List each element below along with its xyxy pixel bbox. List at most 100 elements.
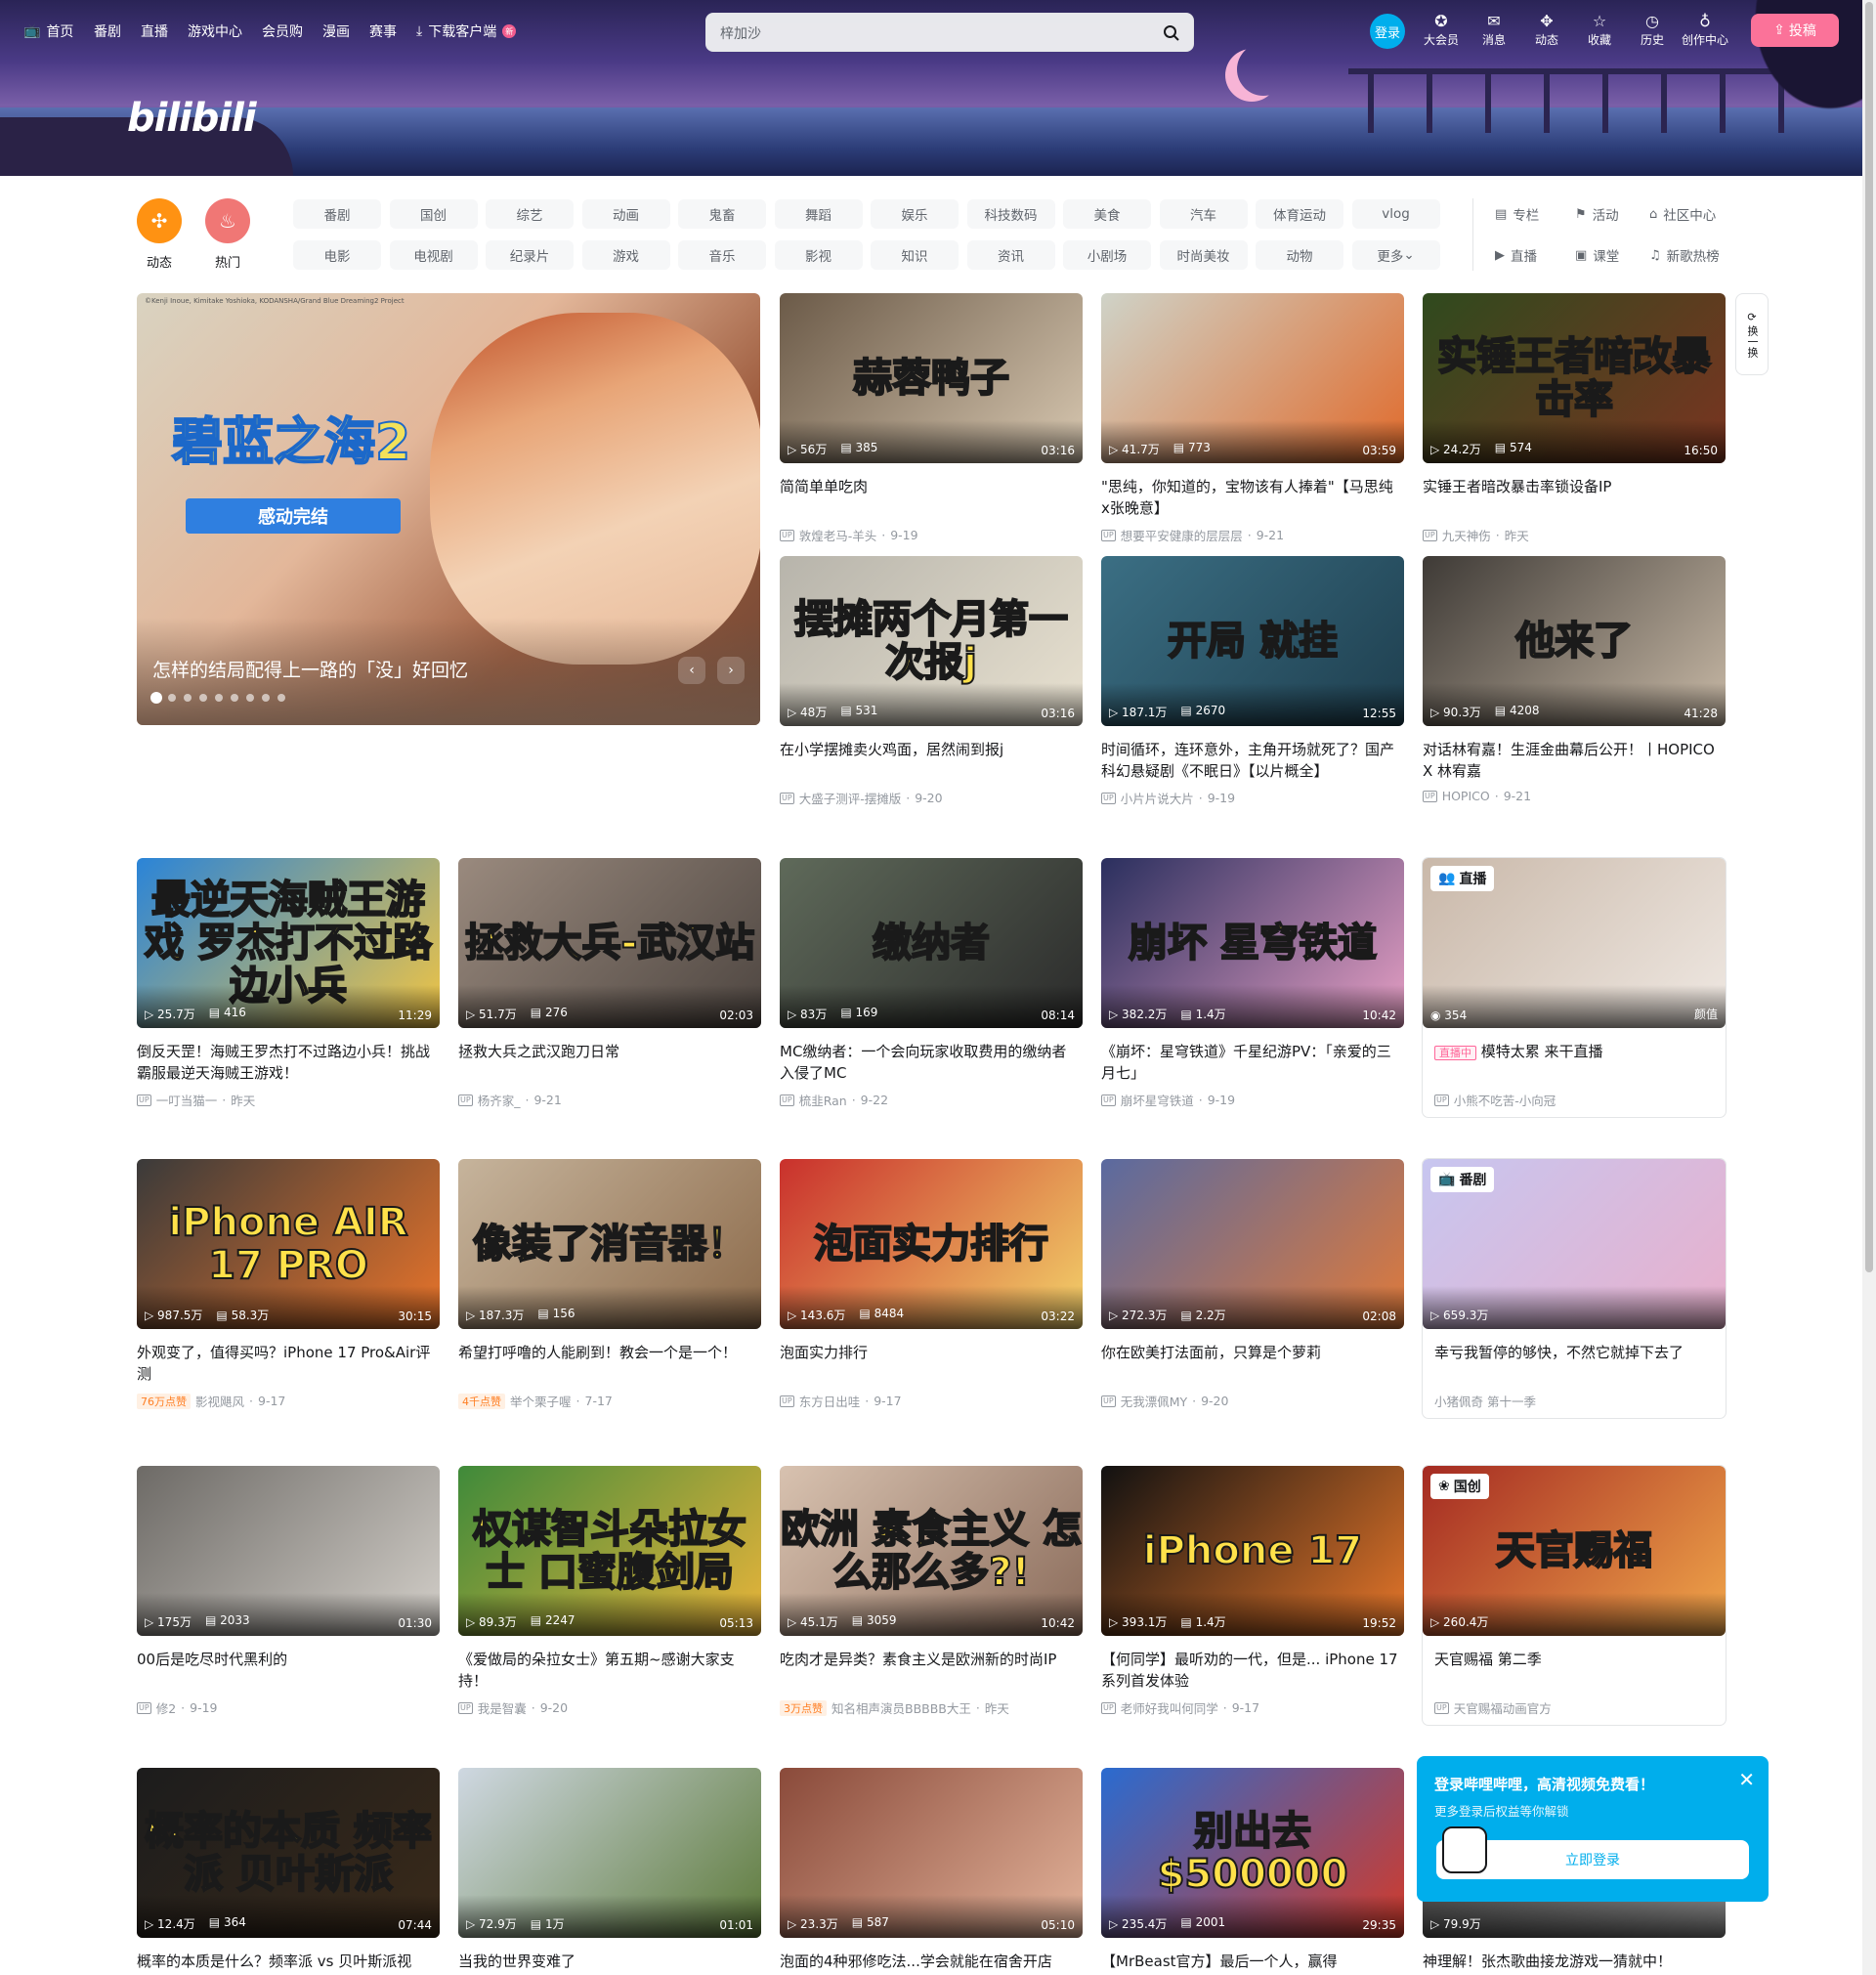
channel-1-4[interactable]: 鬼畜: [678, 199, 766, 229]
video-title[interactable]: "思纯，你知道的，宝物该有人捧着"【马思纯x张晚意】: [1101, 476, 1400, 519]
video-meta[interactable]: 3万点赞 知名相声演员BBBBB大王 · 昨天: [780, 1698, 1009, 1717]
history-link[interactable]: ◷ 历史: [1629, 12, 1676, 51]
video-title[interactable]: 【何同学】最听劝的一代，但是... iPhone 17系列首发体验: [1101, 1649, 1400, 1692]
video-thumbnail[interactable]: 像装了消音器！ ▷ 187.3万 ▤ 156: [458, 1159, 761, 1329]
video-thumbnail[interactable]: iPhone AIR 17 PRO ▷ 987.5万 ▤ 58.3万 30:15: [137, 1159, 440, 1329]
video-thumbnail[interactable]: 开局 就挂 ▷ 187.1万 ▤ 2670 12:55: [1101, 556, 1404, 726]
video-thumbnail[interactable]: 最逆天海贼王游戏 罗杰打不过路边小兵▷ 25.7万▤ 41611:29: [137, 858, 440, 1028]
video-title[interactable]: 对话林宥嘉！生涯金曲幕后公开！丨HOPICO X 林宥嘉: [1423, 739, 1722, 782]
side-link-class[interactable]: ▣ 课堂: [1575, 245, 1619, 266]
video-title[interactable]: 希望打呼噜的人能刷到！教会一个是一个！: [458, 1342, 757, 1363]
video-title[interactable]: 你在欧美打法面前，只算是个萝莉: [1101, 1342, 1400, 1363]
video-title[interactable]: 简简单单吃肉: [780, 476, 1079, 497]
close-icon[interactable]: ✕: [1738, 1768, 1755, 1791]
video-title[interactable]: 幸亏我暂停的够快，不然它就掉下去了: [1434, 1342, 1733, 1363]
video-thumbnail[interactable]: iPhone 17 ▷ 393.1万 ▤ 1.4万 19:52: [1101, 1466, 1404, 1636]
side-link-community[interactable]: ⌂ 社区中心: [1649, 204, 1716, 225]
search-box[interactable]: 梓加沙: [705, 13, 1194, 52]
video-title[interactable]: 《崩坏：星穹铁道》千星纪游PV：「亲爱的三月七」: [1101, 1041, 1400, 1084]
video-meta[interactable]: UP 我是智囊 · 9-20: [458, 1698, 568, 1717]
video-thumbnail[interactable]: ▷ 175万 ▤ 2033 01:30: [137, 1466, 440, 1636]
video-title[interactable]: 在小学摆摊卖火鸡面，居然闹到报j: [780, 739, 1079, 760]
carousel-dot[interactable]: [246, 694, 254, 702]
video-title[interactable]: 泡面实力排行: [780, 1342, 1079, 1363]
carousel-dot[interactable]: [199, 694, 207, 702]
video-thumbnail[interactable]: ▷ 272.3万 ▤ 2.2万 02:08: [1101, 1159, 1404, 1329]
video-meta[interactable]: 76万点赞 影视飓风 · 9-17: [137, 1392, 285, 1410]
video-meta[interactable]: UP 九天神伤 · 昨天: [1423, 526, 1529, 544]
channel-2-2[interactable]: 纪录片: [486, 240, 574, 270]
video-meta[interactable]: UP 小熊不吃苦-小向冠: [1434, 1091, 1556, 1109]
carousel-dot[interactable]: [262, 694, 270, 702]
channel-2-10[interactable]: 动物: [1256, 240, 1343, 270]
video-thumbnail[interactable]: 泡面实力排行 ▷ 143.6万 ▤ 8484 03:22: [780, 1159, 1083, 1329]
hot-channel-button[interactable]: ♨: [205, 198, 250, 243]
nav-bangumi[interactable]: 番剧: [94, 21, 121, 41]
video-title[interactable]: 时间循环，连环意外，主角开场就死了？国产科幻悬疑剧《不眠日》【以片概全】: [1101, 739, 1400, 782]
carousel-dot[interactable]: [277, 694, 285, 702]
video-meta[interactable]: UP 大盛子测评-摆摊版 · 9-20: [780, 789, 943, 807]
channel-1-8[interactable]: 美食: [1063, 199, 1151, 229]
video-thumbnail[interactable]: 权谋智斗朵拉女士 口蜜腹剑局 ▷ 89.3万 ▤ 2247 05:13: [458, 1466, 761, 1636]
video-meta[interactable]: UP 崩坏星穹铁道 · 9-19: [1101, 1091, 1235, 1109]
carousel-dot[interactable]: [215, 694, 223, 702]
channel-1-10[interactable]: 体育运动: [1256, 199, 1343, 229]
channel-2-5[interactable]: 影视: [774, 240, 863, 270]
nav-mall[interactable]: 会员购: [262, 21, 303, 41]
carousel-dot[interactable]: [150, 692, 162, 704]
carousel-dot[interactable]: [168, 694, 176, 702]
video-meta[interactable]: UP 小片片说大片 · 9-19: [1101, 789, 1235, 807]
channel-2-1[interactable]: 电视剧: [389, 240, 478, 270]
video-title[interactable]: 【MrBeast官方】最后一个人，赢得$500000奖: [1101, 1951, 1400, 1975]
channel-2-9[interactable]: 时尚美妆: [1159, 240, 1248, 270]
video-meta[interactable]: UP 天官赐福动画官方: [1434, 1698, 1552, 1717]
channel-1-5[interactable]: 舞蹈: [774, 199, 863, 229]
channel-1-9[interactable]: 汽车: [1159, 199, 1248, 229]
side-link-column[interactable]: ▤ 专栏: [1495, 204, 1539, 225]
video-thumbnail[interactable]: 他来了 ▷ 90.3万 ▤ 4208 41:28: [1423, 556, 1726, 726]
video-thumbnail[interactable]: 蒜蓉鸭子 ▷ 56万 ▤ 385 03:16: [780, 293, 1083, 463]
nav-live[interactable]: 直播: [141, 21, 168, 41]
channel-1-7[interactable]: 科技数码: [966, 199, 1055, 229]
video-thumbnail[interactable]: 实锤王者暗改暴击率 ▷ 24.2万 ▤ 574 16:50: [1423, 293, 1726, 463]
video-title[interactable]: 拯救大兵之武汉跑刀日常: [458, 1041, 757, 1062]
video-meta[interactable]: UP 东方日出哇 · 9-17: [780, 1392, 902, 1410]
video-title[interactable]: 概率的本质是什么？频率派 vs 贝叶斯派视角，看到就赚到的思维利器: [137, 1951, 436, 1975]
video-meta[interactable]: UP 修2 · 9-19: [137, 1698, 218, 1717]
creator-center-link[interactable]: ♁ 创作中心: [1682, 12, 1728, 51]
channel-2-7[interactable]: 资讯: [966, 240, 1055, 270]
channel-1-3[interactable]: 动画: [581, 199, 670, 229]
dynamic-channel-button[interactable]: ✣: [137, 198, 182, 243]
video-title[interactable]: 天官赐福 第二季: [1434, 1649, 1733, 1670]
channel-1-2[interactable]: 综艺: [486, 199, 574, 229]
side-link-music[interactable]: ♫ 新歌热榜: [1649, 245, 1720, 266]
nav-match[interactable]: 赛事: [369, 21, 397, 41]
channel-1-11[interactable]: vlog: [1351, 199, 1440, 229]
dynamic-link[interactable]: ✥ 动态: [1523, 12, 1570, 51]
video-title[interactable]: 当我的世界变难了: [458, 1951, 757, 1972]
channel-2-6[interactable]: 知识: [871, 240, 959, 270]
nav-manga[interactable]: 漫画: [322, 21, 350, 41]
video-title[interactable]: 泡面的4种邪修吃法...学会就能在宿舍开店: [780, 1951, 1079, 1972]
video-thumbnail[interactable]: 概率的本质 频率派 贝叶斯派 ▷ 12.4万 ▤ 364 07:44: [137, 1768, 440, 1938]
video-meta[interactable]: UP HOPICO · 9-21: [1423, 789, 1531, 803]
video-meta[interactable]: UP 一叮当猫一 · 昨天: [137, 1091, 255, 1109]
video-title[interactable]: 直播中 模特太累 来干直播: [1434, 1041, 1733, 1064]
video-meta[interactable]: 4千点赞 举个栗子喔 · 7-17: [458, 1392, 613, 1410]
channel-1-1[interactable]: 国创: [389, 199, 478, 229]
login-avatar-button[interactable]: 登录: [1370, 14, 1405, 49]
channel-2-0[interactable]: 电影: [293, 240, 381, 270]
nav-game-center[interactable]: 游戏中心: [188, 21, 242, 41]
nav-download[interactable]: ⤓ 下载客户端新: [416, 21, 517, 41]
nav-home[interactable]: 📺 首页: [23, 21, 73, 41]
video-title[interactable]: 倒反天罡！海贼王罗杰打不过路边小兵！挑战霸服最逆天海贼王游戏！: [137, 1041, 436, 1084]
video-thumbnail[interactable]: 拯救大兵-武汉站 ▷ 51.7万 ▤ 276 02:03: [458, 858, 761, 1028]
video-meta[interactable]: UP 梳韭Ran · 9-22: [780, 1091, 888, 1109]
video-title[interactable]: MC缴纳者：一个会向玩家收取费用的缴纳者入侵了MC: [780, 1041, 1079, 1084]
bilibili-logo[interactable]: bilibili: [127, 96, 257, 141]
carousel-dot[interactable]: [184, 694, 192, 702]
channel-1-0[interactable]: 番剧: [293, 199, 381, 229]
video-thumbnail[interactable]: 欧洲 素食主义 怎么那么多?! ▷ 45.1万 ▤ 3059 10:42: [780, 1466, 1083, 1636]
video-thumbnail[interactable]: 别出去 $500000 ▷ 235.4万 ▤ 2001 29:35: [1101, 1768, 1404, 1938]
channel-2-4[interactable]: 音乐: [678, 240, 766, 270]
